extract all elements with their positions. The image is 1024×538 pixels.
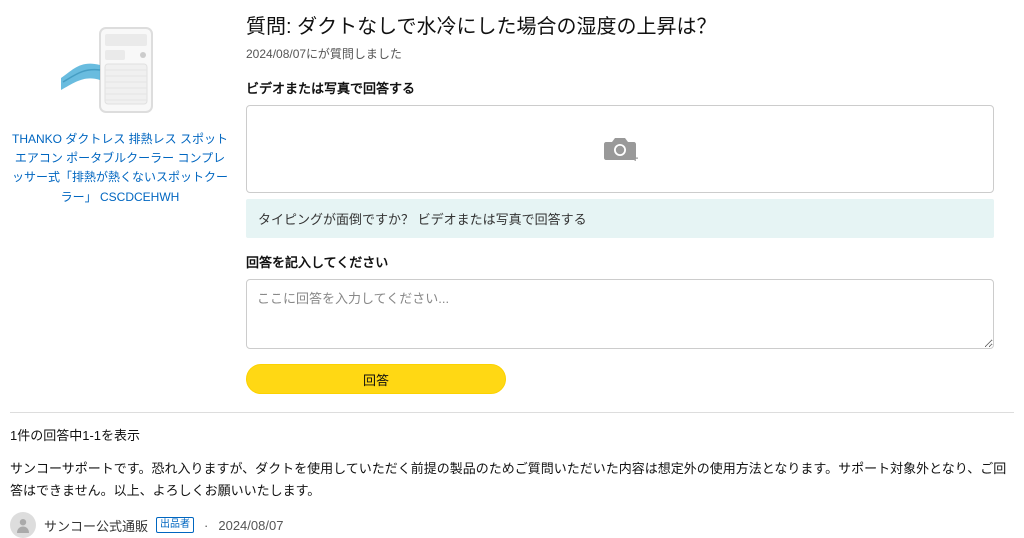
seller-badge: 出品者 <box>156 517 194 533</box>
avatar <box>10 512 36 538</box>
camera-icon: + <box>602 134 638 164</box>
question-meta: 2024/08/07にが質問しました <box>246 45 994 62</box>
answer-label: 回答を記入してください <box>246 252 994 271</box>
media-upload-dropzone[interactable]: + <box>246 105 994 193</box>
answer-input[interactable] <box>246 279 994 349</box>
separator-dot: · <box>204 518 208 533</box>
product-title-link[interactable]: THANKO ダクトレス 排熱レス スポットエアコン ポータブルクーラー コンプ… <box>10 130 230 207</box>
author-name[interactable]: サンコー公式通販 <box>44 516 148 535</box>
answers-count: 1件の回答中1-1を表示 <box>10 425 1014 444</box>
submit-answer-button[interactable]: 回答 <box>246 364 506 394</box>
media-answer-label: ビデオまたは写真で回答する <box>246 78 994 97</box>
answer-body: サンコーサポートです。恐れ入りますが、ダクトを使用していただく前提の製品のためご… <box>10 458 1014 502</box>
product-image[interactable] <box>55 20 185 120</box>
author-date: 2024/08/07 <box>218 518 283 533</box>
svg-text:+: + <box>632 153 638 164</box>
section-divider <box>10 412 1014 413</box>
question-title: 質問: ダクトなしで水冷にした場合の湿度の上昇は？ <box>246 10 994 39</box>
media-hint-bar: タイピングが面倒ですか？ ビデオまたは写真で回答する <box>246 199 994 238</box>
answer-author-row: サンコー公式通販 出品者 · 2024/08/07 <box>10 512 1014 538</box>
